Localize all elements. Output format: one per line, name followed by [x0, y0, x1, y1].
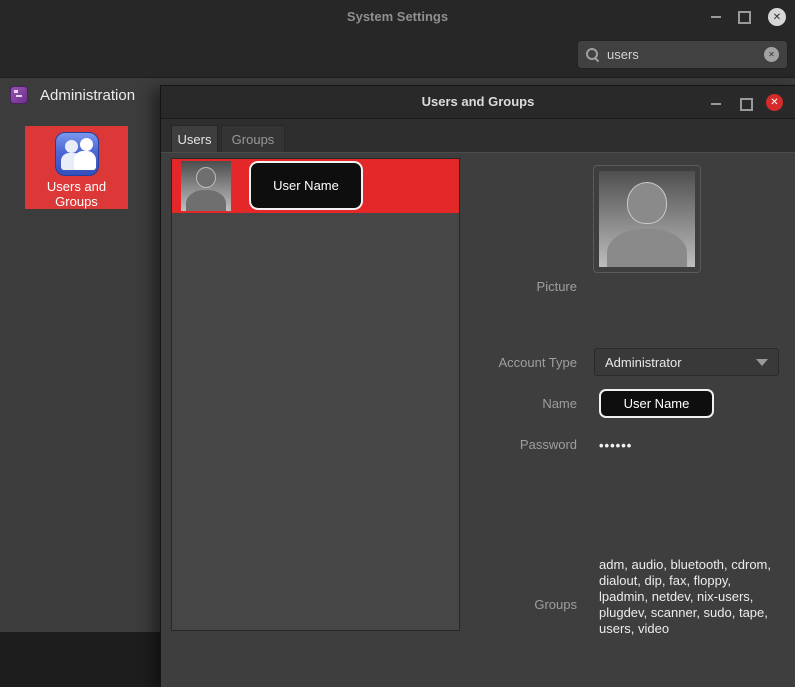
account-type-value: Administrator [605, 355, 756, 370]
users-and-groups-tile-label: Users and Groups [37, 179, 117, 209]
search-input[interactable]: users [577, 40, 788, 69]
dialog-minimize-icon[interactable] [709, 95, 723, 113]
password-value[interactable]: •••••• [599, 438, 632, 453]
search-value[interactable]: users [607, 47, 764, 62]
administration-section-label: Administration [40, 87, 135, 104]
groups-value[interactable]: adm, audio, bluetooth, cdrom, dialout, d… [599, 557, 775, 637]
dialog-title: Users and Groups [161, 94, 795, 109]
picture-button[interactable] [593, 165, 701, 273]
minimize-icon[interactable] [709, 8, 723, 26]
tab-users[interactable]: Users [171, 125, 218, 152]
clear-search-icon[interactable] [764, 47, 779, 62]
dialog-close-icon[interactable] [766, 94, 783, 111]
users-groups-icon [55, 132, 99, 176]
administration-icon [10, 86, 28, 104]
tab-strip: Users Groups [161, 119, 795, 152]
system-settings-titlebar: System Settings users [0, 0, 795, 78]
password-label: Password [520, 437, 577, 452]
user-list-row[interactable]: User Name [172, 159, 459, 213]
user-avatar-large [599, 171, 695, 267]
name-field[interactable]: User Name [599, 389, 714, 418]
tab-groups[interactable]: Groups [221, 125, 285, 152]
dialog-content: User Name Picture Account Type Administr… [161, 152, 795, 687]
user-list[interactable]: User Name [171, 158, 460, 631]
picture-label: Picture [537, 279, 577, 294]
dialog-titlebar[interactable]: Users and Groups [161, 86, 795, 119]
maximize-icon[interactable] [737, 8, 751, 26]
users-and-groups-tile[interactable]: Users and Groups [25, 126, 128, 209]
account-type-dropdown[interactable]: Administrator [594, 348, 779, 376]
dialog-maximize-icon[interactable] [739, 95, 753, 113]
account-type-label: Account Type [498, 355, 577, 370]
name-label: Name [542, 396, 577, 411]
user-avatar-small [181, 161, 231, 211]
administration-section-header: Administration [10, 86, 135, 104]
window-title: System Settings [0, 9, 795, 24]
groups-label: Groups [534, 597, 577, 612]
user-name-edit-field[interactable]: User Name [249, 161, 363, 210]
chevron-down-icon [756, 359, 768, 366]
users-and-groups-dialog: Users and Groups Users Groups User Name … [160, 85, 795, 687]
search-icon [586, 48, 599, 61]
close-icon[interactable] [768, 8, 786, 26]
